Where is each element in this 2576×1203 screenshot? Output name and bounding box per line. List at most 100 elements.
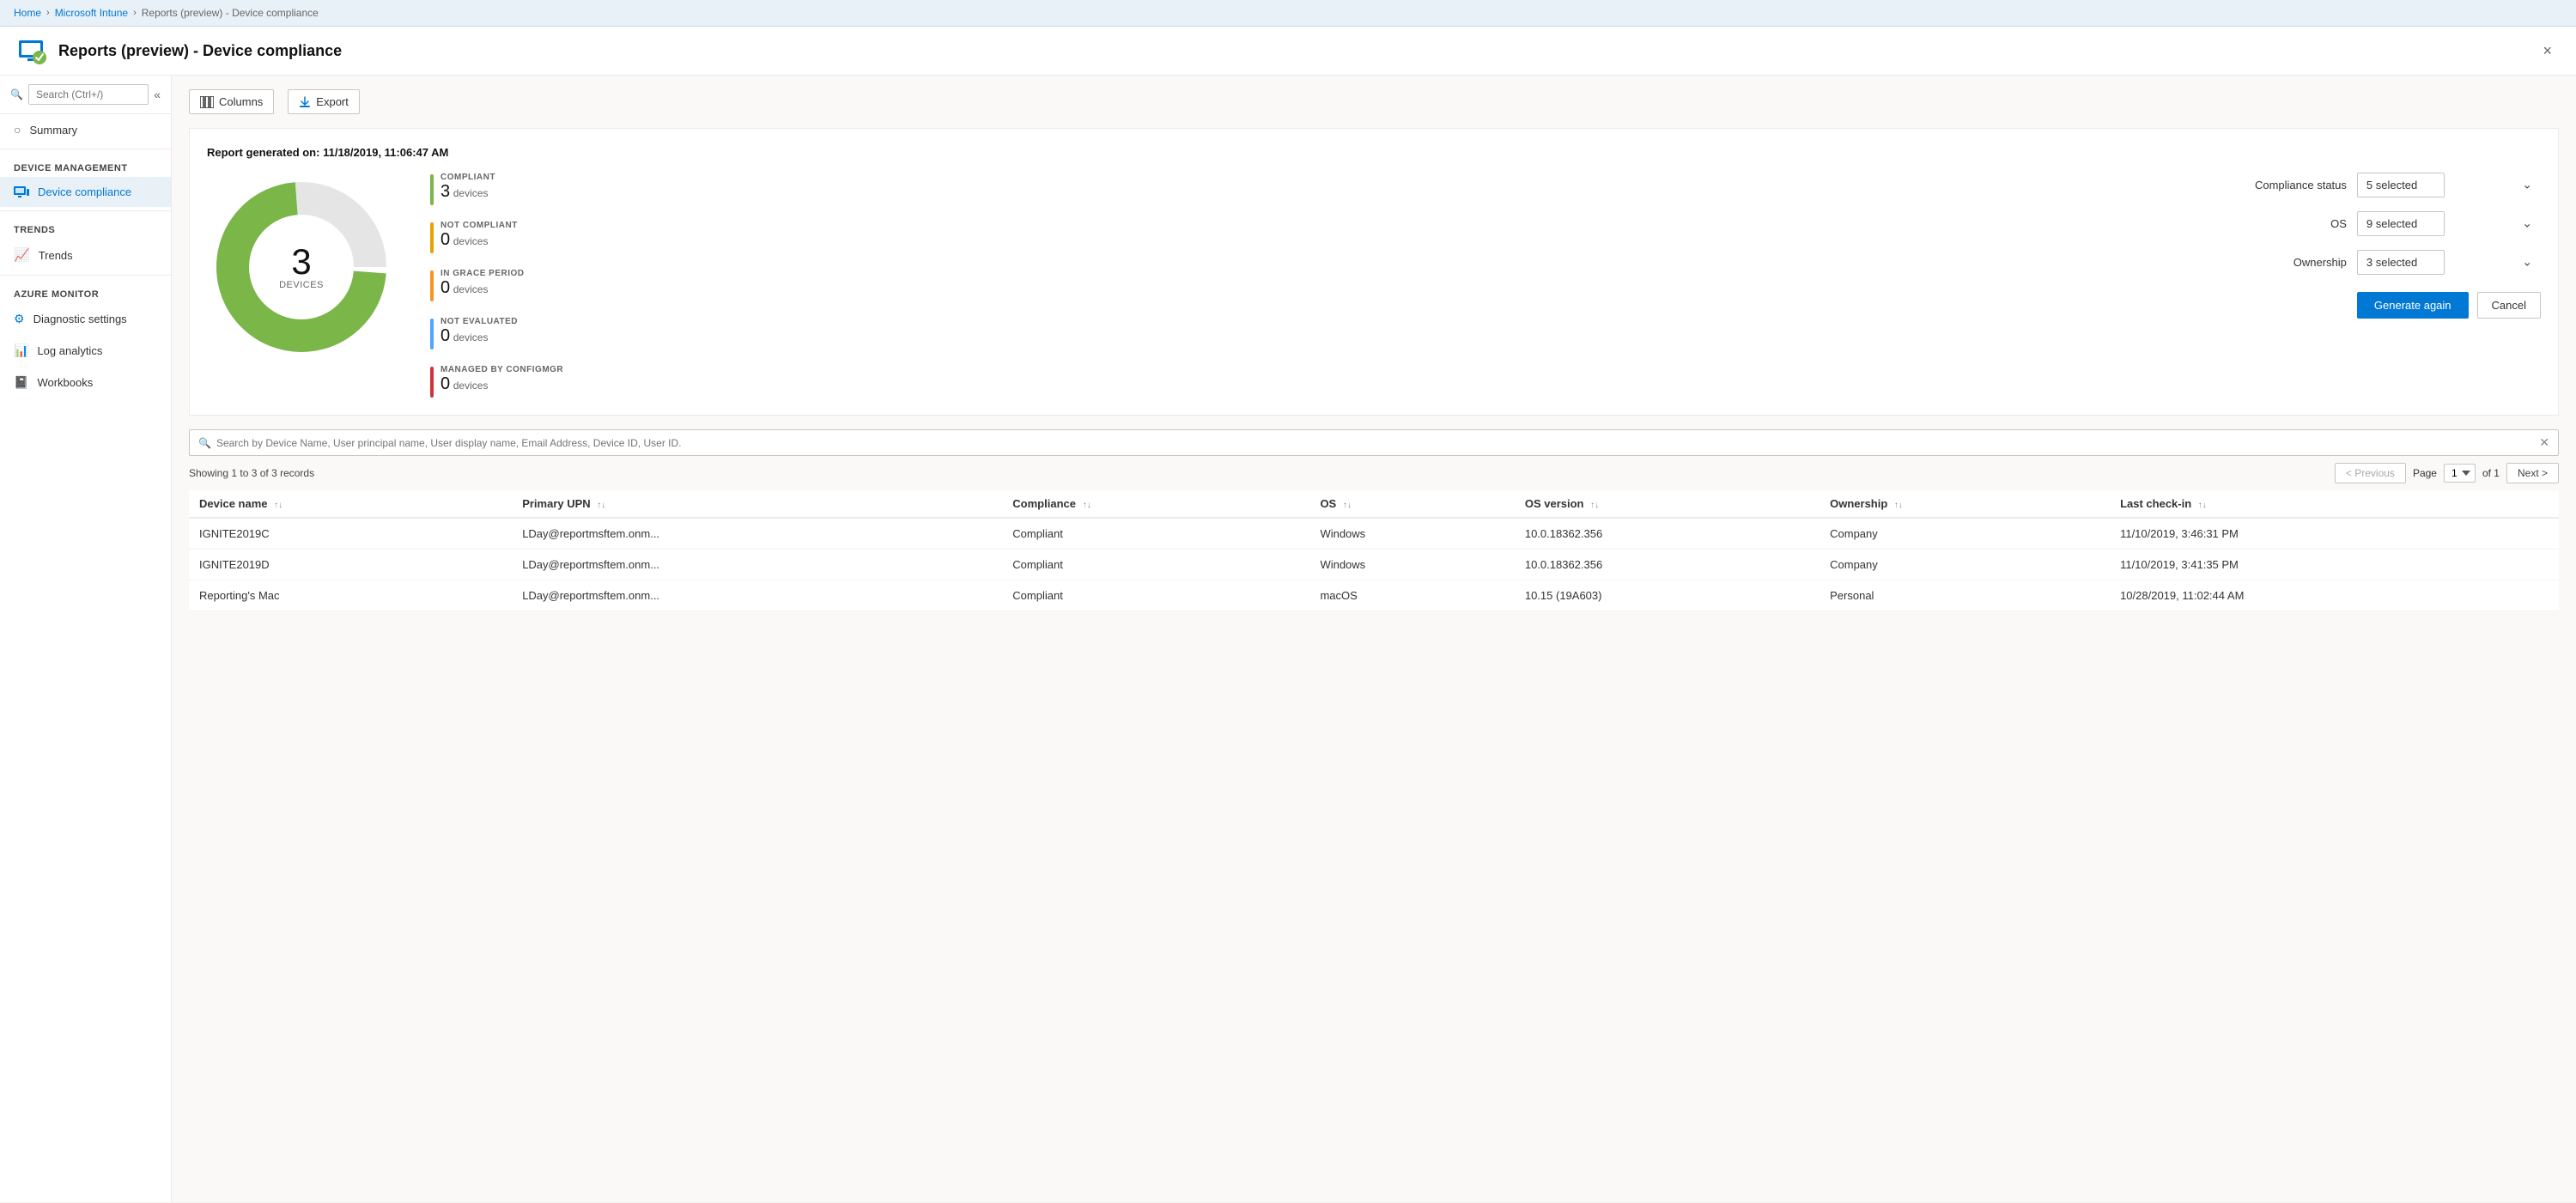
main-panel: Columns Export Report generated on: 11/1… bbox=[172, 76, 2576, 1202]
next-button[interactable]: Next > bbox=[2506, 463, 2559, 483]
sidebar-item-label: Summary bbox=[29, 124, 77, 137]
sidebar-item-diagnostic-settings[interactable]: ⚙ Diagnostic settings bbox=[0, 303, 171, 335]
col-ownership[interactable]: Ownership ↑↓ bbox=[1820, 490, 2110, 518]
ownership-select[interactable]: 3 selected bbox=[2357, 250, 2445, 275]
divider-trends bbox=[0, 210, 171, 211]
cell-os: Windows bbox=[1309, 518, 1514, 550]
columns-label: Columns bbox=[219, 95, 263, 108]
cell-device-name: IGNITE2019D bbox=[189, 550, 512, 580]
page-select[interactable]: 1 bbox=[2444, 464, 2476, 483]
cell-device-name: IGNITE2019C bbox=[189, 518, 512, 550]
pagination: < Previous Page 1 of 1 Next > bbox=[2335, 463, 2559, 483]
cell-compliance: Compliant bbox=[1002, 580, 1309, 611]
cell-primary-upn: LDay@reportmsftem.onm... bbox=[512, 518, 1002, 550]
cell-os-version: 10.15 (19A603) bbox=[1515, 580, 1820, 611]
cell-compliance: Compliant bbox=[1002, 518, 1309, 550]
table-row: IGNITE2019D LDay@reportmsftem.onm... Com… bbox=[189, 550, 2559, 580]
cell-os-version: 10.0.18362.356 bbox=[1515, 518, 1820, 550]
log-icon: 📊 bbox=[14, 343, 28, 358]
cell-os: macOS bbox=[1309, 580, 1514, 611]
export-label: Export bbox=[316, 95, 349, 108]
search-icon: 🔍 bbox=[198, 437, 211, 449]
donut-center: 3 DEVICES bbox=[279, 244, 324, 290]
cell-ownership: Company bbox=[1820, 550, 2110, 580]
table-header: Device name ↑↓ Primary UPN ↑↓ Compliance… bbox=[189, 490, 2559, 518]
export-button[interactable]: Export bbox=[288, 89, 360, 114]
workbooks-icon: 📓 bbox=[14, 375, 28, 390]
col-compliance[interactable]: Compliance ↑↓ bbox=[1002, 490, 1309, 518]
sidebar-item-log-analytics[interactable]: 📊 Log analytics bbox=[0, 335, 171, 367]
device-compliance-icon bbox=[17, 35, 48, 66]
cell-os-version: 10.0.18362.356 bbox=[1515, 550, 1820, 580]
generate-again-button[interactable]: Generate again bbox=[2357, 292, 2469, 319]
os-select[interactable]: 9 selected bbox=[2357, 211, 2445, 236]
table-row: IGNITE2019C LDay@reportmsftem.onm... Com… bbox=[189, 518, 2559, 550]
sidebar-item-trends[interactable]: 📈 Trends bbox=[0, 239, 171, 271]
records-row: Showing 1 to 3 of 3 records < Previous P… bbox=[189, 463, 2559, 483]
breadcrumb-intune[interactable]: Microsoft Intune bbox=[55, 7, 128, 19]
sidebar-item-label: Workbooks bbox=[37, 376, 93, 389]
breadcrumb: Home › Microsoft Intune › Reports (previ… bbox=[0, 0, 2576, 27]
filter-compliance-status: Compliance status 5 selected bbox=[2244, 173, 2541, 197]
table-area: 🔍 ✕ Showing 1 to 3 of 3 records < Previo… bbox=[189, 429, 2559, 611]
previous-button[interactable]: < Previous bbox=[2335, 463, 2406, 483]
stat-grace-period: IN GRACE PERIOD 0 devices bbox=[430, 269, 585, 301]
cell-last-checkin: 10/28/2019, 11:02:44 AM bbox=[2110, 580, 2559, 611]
columns-button[interactable]: Columns bbox=[189, 89, 274, 114]
table-body: IGNITE2019C LDay@reportmsftem.onm... Com… bbox=[189, 518, 2559, 611]
toolbar: Columns Export bbox=[189, 89, 2559, 114]
section-device-management: Device management bbox=[0, 153, 171, 177]
title-bar: Reports (preview) - Device compliance × bbox=[0, 27, 2576, 76]
donut-total: 3 bbox=[279, 244, 324, 280]
report-content: 3 DEVICES COMPLIANT 3 devices NOT COMPLI… bbox=[207, 173, 2541, 398]
cell-primary-upn: LDay@reportmsftem.onm... bbox=[512, 550, 1002, 580]
stat-compliant: COMPLIANT 3 devices bbox=[430, 173, 585, 205]
col-last-checkin[interactable]: Last check-in ↑↓ bbox=[2110, 490, 2559, 518]
compliance-status-select[interactable]: 5 selected bbox=[2357, 173, 2445, 197]
trends-icon: 📈 bbox=[14, 247, 30, 263]
search-box-row: 🔍 ✕ bbox=[189, 429, 2559, 456]
collapse-button[interactable]: « bbox=[154, 88, 161, 101]
sidebar-item-device-compliance[interactable]: Device compliance bbox=[0, 177, 171, 207]
table-row: Reporting's Mac LDay@reportmsftem.onm...… bbox=[189, 580, 2559, 611]
cancel-button[interactable]: Cancel bbox=[2477, 292, 2541, 319]
cell-device-name: Reporting's Mac bbox=[189, 580, 512, 611]
report-box: Report generated on: 11/18/2019, 11:06:4… bbox=[189, 128, 2559, 416]
breadcrumb-home[interactable]: Home bbox=[14, 7, 41, 19]
stats-list: COMPLIANT 3 devices NOT COMPLIANT 0 devi… bbox=[430, 173, 585, 398]
breadcrumb-current: Reports (preview) - Device compliance bbox=[142, 7, 319, 19]
data-table: Device name ↑↓ Primary UPN ↑↓ Compliance… bbox=[189, 490, 2559, 611]
sidebar-item-label: Device compliance bbox=[38, 185, 131, 198]
sidebar-search-area: 🔍 « bbox=[0, 76, 171, 114]
stat-configmgr: MANAGED BY CONFIGMGR 0 devices bbox=[430, 365, 585, 398]
col-primary-upn[interactable]: Primary UPN ↑↓ bbox=[512, 490, 1002, 518]
cell-os: Windows bbox=[1309, 550, 1514, 580]
search-input[interactable] bbox=[216, 437, 2539, 449]
section-azure-monitor: Azure monitor bbox=[0, 279, 171, 303]
sidebar-item-label: Trends bbox=[39, 249, 73, 262]
search-icon: 🔍 bbox=[10, 88, 23, 100]
circle-icon: ○ bbox=[14, 123, 21, 137]
search-clear-button[interactable]: ✕ bbox=[2539, 435, 2549, 450]
total-pages-label: of 1 bbox=[2482, 467, 2500, 479]
search-input[interactable] bbox=[28, 84, 149, 105]
divider-azure bbox=[0, 275, 171, 276]
sidebar-item-summary[interactable]: ○ Summary bbox=[0, 114, 171, 145]
donut-chart: 3 DEVICES bbox=[207, 173, 396, 362]
sidebar-item-label: Diagnostic settings bbox=[33, 313, 127, 325]
sidebar-item-label: Log analytics bbox=[37, 344, 102, 357]
col-device-name[interactable]: Device name ↑↓ bbox=[189, 490, 512, 518]
export-icon bbox=[299, 96, 311, 108]
col-os-version[interactable]: OS version ↑↓ bbox=[1515, 490, 1820, 518]
col-os[interactable]: OS ↑↓ bbox=[1309, 490, 1514, 518]
sidebar-item-workbooks[interactable]: 📓 Workbooks bbox=[0, 367, 171, 398]
os-label: OS bbox=[2244, 217, 2347, 230]
cell-ownership: Personal bbox=[1820, 580, 2110, 611]
cell-primary-upn: LDay@reportmsftem.onm... bbox=[512, 580, 1002, 611]
cell-compliance: Compliant bbox=[1002, 550, 1309, 580]
sidebar: 🔍 « ○ Summary Device management Device c… bbox=[0, 76, 172, 1202]
close-button[interactable]: × bbox=[2536, 39, 2559, 64]
filter-ownership: Ownership 3 selected bbox=[2244, 250, 2541, 275]
device-icon bbox=[14, 186, 29, 198]
columns-icon bbox=[200, 96, 214, 108]
